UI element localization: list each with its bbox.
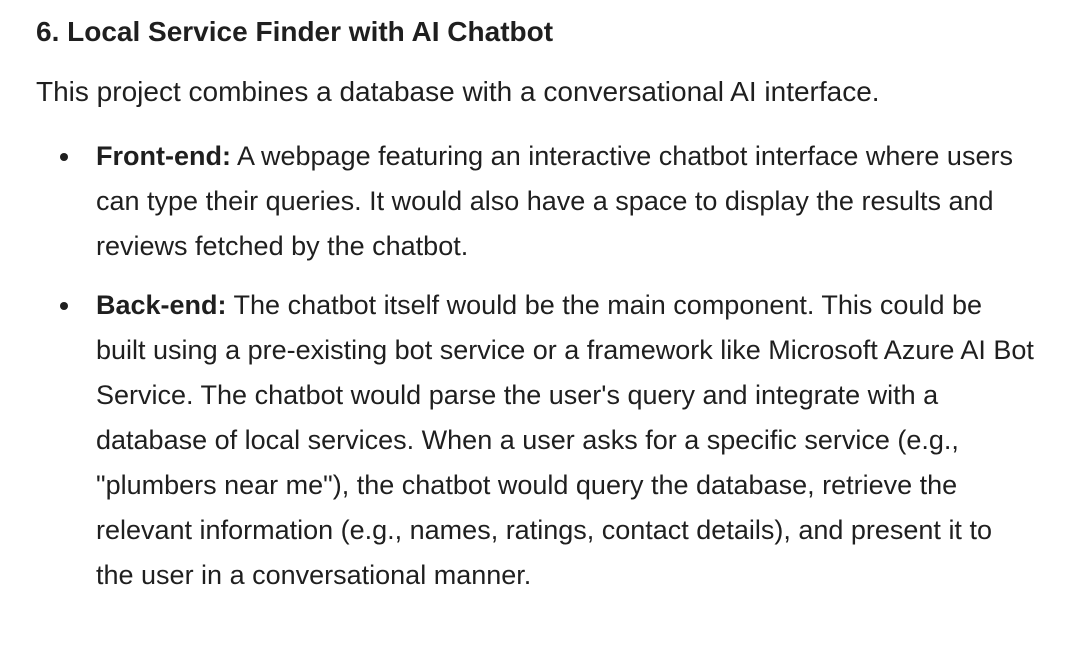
list-item-back-end: Back-end: The chatbot itself would be th…: [0, 283, 1036, 598]
bullet-list: Front-end: A webpage featuring an intera…: [0, 134, 1036, 612]
document-content: 6. Local Service Finder with AI Chatbot …: [0, 0, 1080, 667]
bullet-text: The chatbot itself would be the main com…: [96, 290, 1034, 590]
bullet-term: Front-end:: [96, 141, 231, 171]
bullet-text: A webpage featuring an interactive chatb…: [96, 141, 1013, 261]
intro-paragraph: This project combines a database with a …: [36, 76, 880, 107]
bullet-point-icon: [60, 302, 68, 310]
bullet-term: Back-end:: [96, 290, 227, 320]
bullet-point-icon: [60, 153, 68, 161]
section-title: 6. Local Service Finder with AI Chatbot: [36, 16, 554, 47]
list-item-front-end: Front-end: A webpage featuring an intera…: [0, 134, 1036, 269]
